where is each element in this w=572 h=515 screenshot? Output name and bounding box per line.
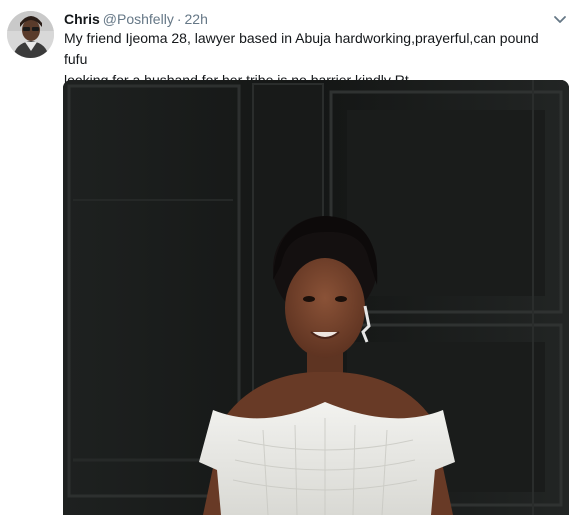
tweet-timestamp[interactable]: 22h	[185, 11, 208, 27]
user-avatar-icon	[7, 11, 54, 58]
tweet-header: Chris @Poshfelly · 22h	[64, 9, 208, 29]
tweet-menu-button[interactable]	[553, 13, 567, 25]
tweet-card[interactable]: Chris @Poshfelly · 22h My friend Ijeoma 28,…	[0, 0, 572, 515]
chevron-down-icon	[554, 16, 566, 23]
tweet-photo[interactable]	[63, 80, 569, 515]
author-display-name[interactable]: Chris	[64, 11, 100, 27]
header-separator: ·	[176, 11, 182, 27]
photo-image	[63, 80, 569, 515]
author-handle[interactable]: @Poshfelly	[103, 11, 174, 27]
author-avatar[interactable]	[7, 11, 54, 58]
